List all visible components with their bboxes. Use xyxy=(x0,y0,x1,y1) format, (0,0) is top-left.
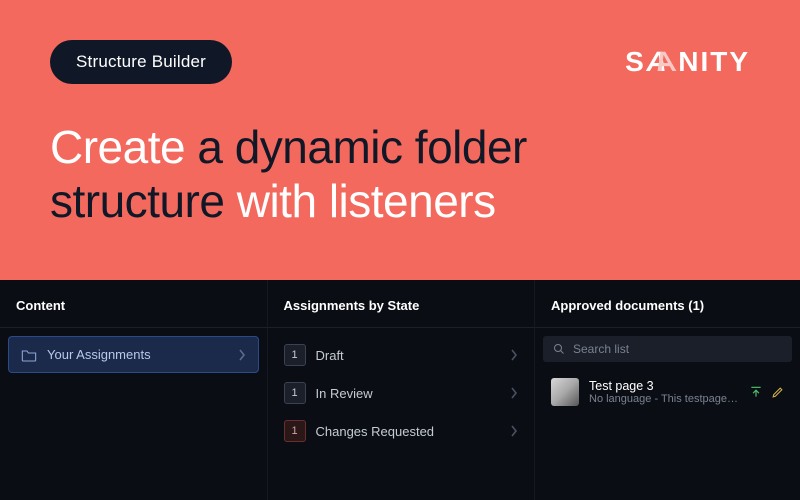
search-placeholder: Search list xyxy=(573,342,629,356)
hero-banner: Structure Builder SAANITY Create a dynam… xyxy=(0,0,800,280)
sidebar-item-your-assignments[interactable]: Your Assignments xyxy=(8,336,259,373)
column-header-states: Assignments by State xyxy=(268,280,535,328)
column-header-documents: Approved documents (1) xyxy=(535,280,800,328)
page-title: Create a dynamic folder structure with l… xyxy=(50,120,750,229)
states-column: Assignments by State 1 Draft 1 In Review 1 Ch… xyxy=(268,280,536,500)
count-badge: 1 xyxy=(284,382,306,404)
chevron-right-icon xyxy=(510,387,518,399)
sidebar-item-label: Your Assignments xyxy=(47,347,151,362)
state-item-changes-requested[interactable]: 1 Changes Requested xyxy=(276,412,527,450)
document-thumbnail xyxy=(551,378,579,406)
studio-panels: Content Your Assignments Assignments by … xyxy=(0,280,800,500)
chevron-right-icon xyxy=(510,425,518,437)
documents-column: Approved documents (1) Search list Test … xyxy=(535,280,800,500)
document-subtitle: No language - This testpage does... xyxy=(589,393,739,405)
state-label: Changes Requested xyxy=(316,424,435,439)
folder-icon xyxy=(21,348,37,362)
publish-icon xyxy=(749,385,763,399)
brand-logo: SAANITY xyxy=(625,46,750,78)
logo-text: S xyxy=(625,46,646,78)
count-badge: 1 xyxy=(284,420,306,442)
count-badge: 1 xyxy=(284,344,306,366)
state-item-in-review[interactable]: 1 In Review xyxy=(276,374,527,412)
search-icon xyxy=(553,343,565,355)
state-label: Draft xyxy=(316,348,344,363)
chevron-right-icon xyxy=(510,349,518,361)
document-title: Test page 3 xyxy=(589,379,739,393)
search-input[interactable]: Search list xyxy=(543,336,792,362)
document-row[interactable]: Test page 3 No language - This testpage … xyxy=(541,372,794,412)
edit-icon xyxy=(771,386,784,399)
state-label: In Review xyxy=(316,386,373,401)
state-item-draft[interactable]: 1 Draft xyxy=(276,336,527,374)
content-column: Content Your Assignments xyxy=(0,280,268,500)
category-pill: Structure Builder xyxy=(50,40,232,84)
chevron-right-icon xyxy=(238,349,246,361)
column-header-content: Content xyxy=(0,280,267,328)
